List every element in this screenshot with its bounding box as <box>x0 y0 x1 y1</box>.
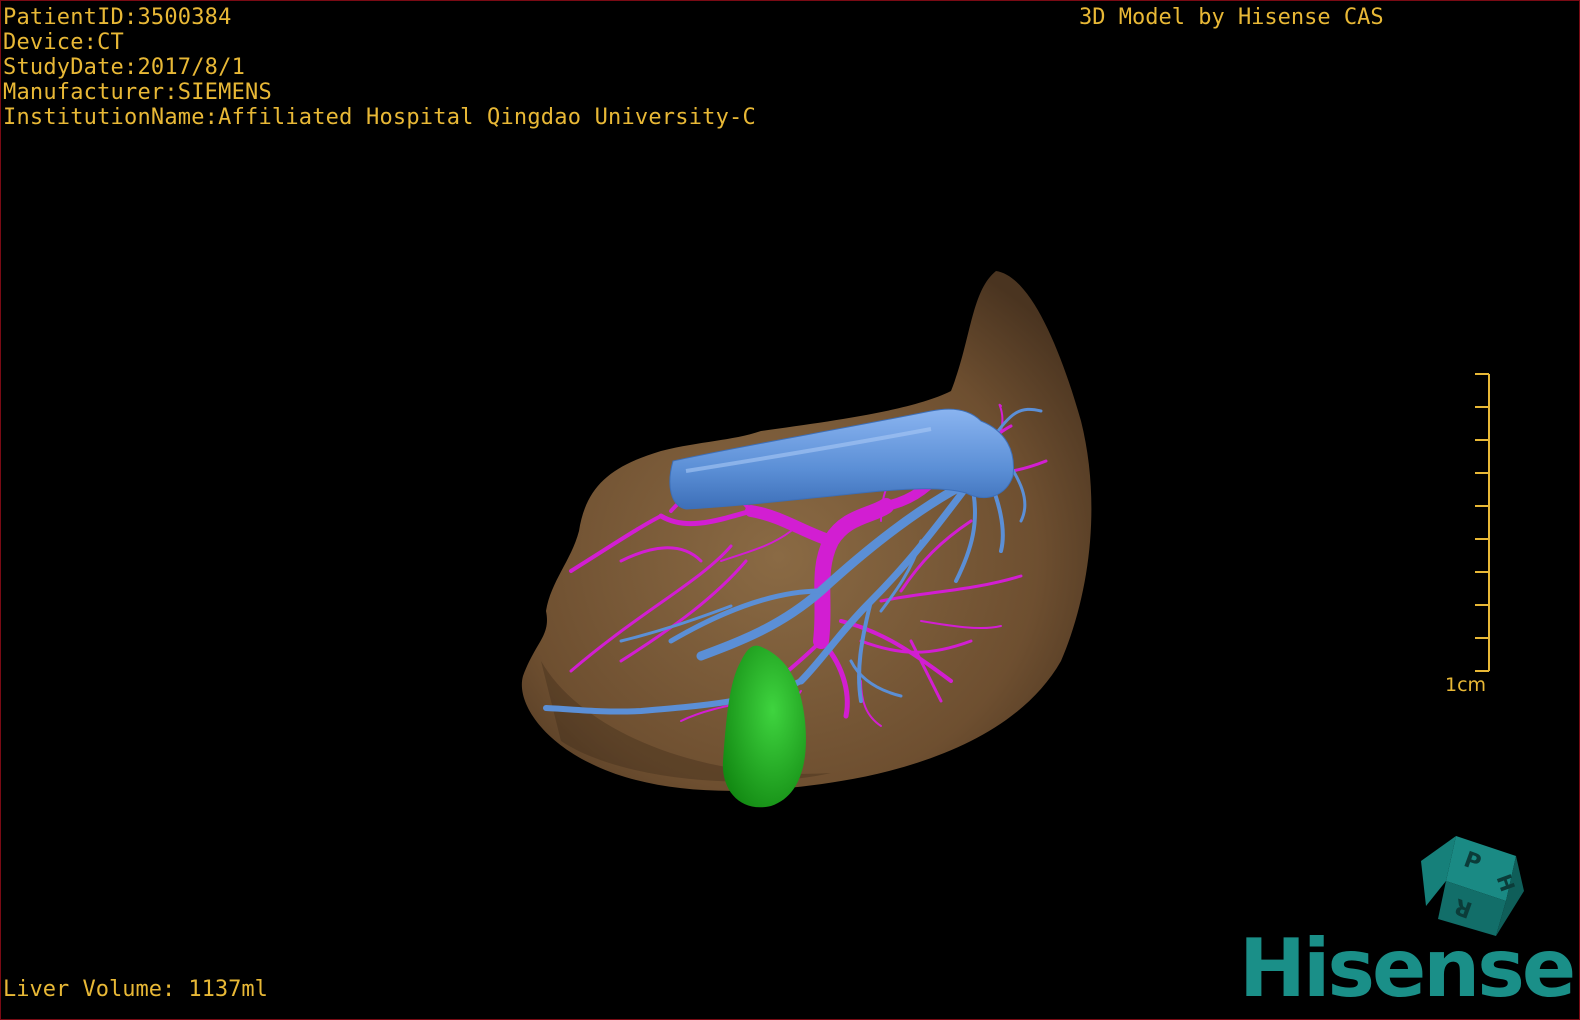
scale-bar <box>1475 373 1490 672</box>
institution-label: InstitutionName:Affiliated Hospital Qing… <box>3 105 756 130</box>
manufacturer-label: Manufacturer:SIEMENS <box>3 80 272 105</box>
scale-label: 1cm <box>1445 674 1487 696</box>
3d-viewport[interactable]: PatientID:3500384 Device:CT StudyDate:20… <box>0 0 1580 1020</box>
hisense-logo: Hisense <box>1239 922 1576 1015</box>
model-credit: 3D Model by Hisense CAS <box>1079 5 1384 30</box>
device-label: Device:CT <box>3 30 125 55</box>
patient-id-label: PatientID:3500384 <box>3 5 232 30</box>
study-date-label: StudyDate:2017/8/1 <box>3 55 246 80</box>
liver-3d-model[interactable] <box>501 261 1121 821</box>
liver-volume-label: Liver Volume: 1137ml <box>3 977 268 1002</box>
